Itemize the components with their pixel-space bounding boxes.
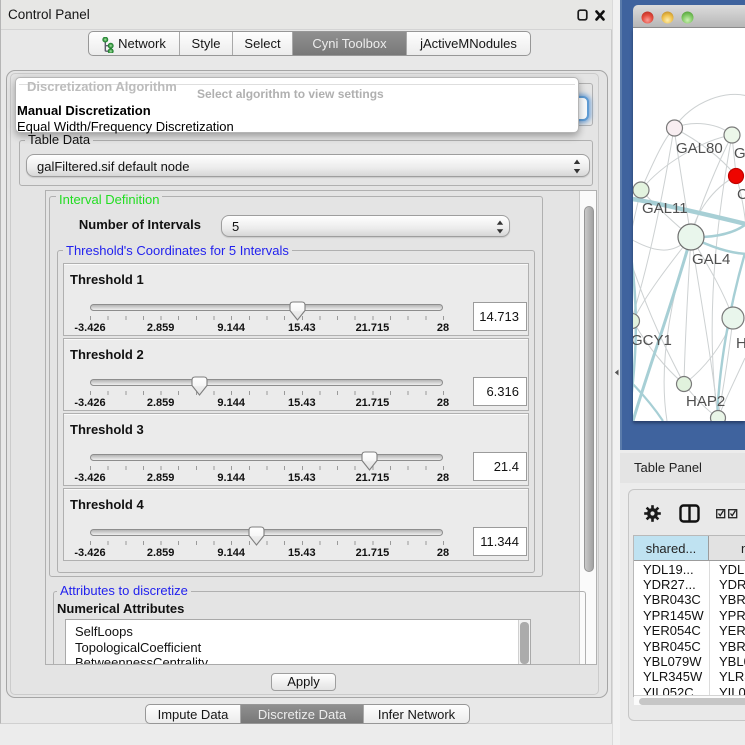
svg-text:GAL11: GAL11 (642, 200, 688, 217)
svg-text:HAP2: HAP2 (686, 393, 725, 410)
svg-text:GAL80: GAL80 (676, 140, 723, 157)
svg-text:GA: GA (734, 145, 745, 162)
svg-text:CY: CY (737, 186, 745, 203)
svg-text:GCY1: GCY1 (633, 332, 672, 349)
svg-text:HI: HI (736, 335, 745, 352)
svg-text:GAL4: GAL4 (692, 251, 730, 268)
